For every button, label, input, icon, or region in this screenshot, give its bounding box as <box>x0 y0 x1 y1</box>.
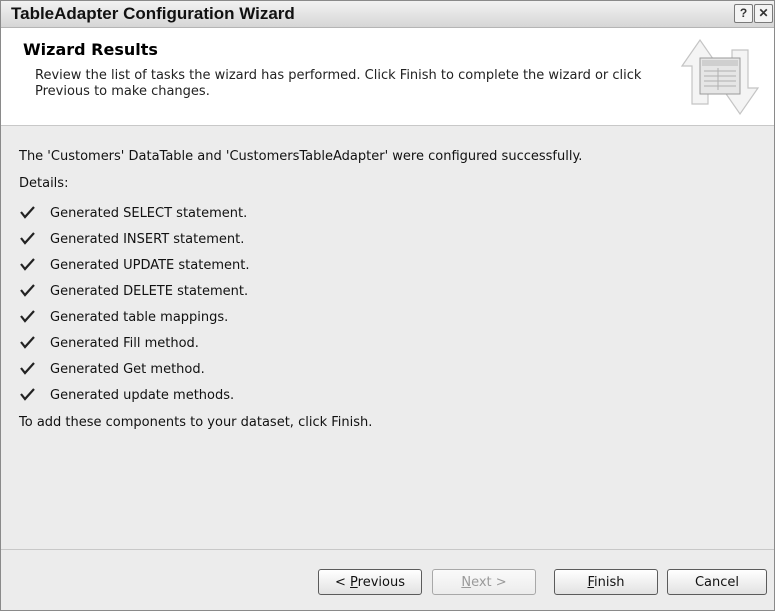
table-adapter-icon <box>680 38 760 116</box>
checkmark-icon <box>20 284 35 297</box>
next-accelerator: N <box>461 575 472 590</box>
summary-text: The 'Customers' DataTable and 'Customers… <box>19 149 583 164</box>
wizard-header: Wizard Results Review the list of tasks … <box>1 28 774 126</box>
wizard-window: TableAdapter Configuration Wizard ? ✕ Wi… <box>0 0 775 611</box>
previous-prefix: < <box>335 575 351 590</box>
finish-label: inish <box>594 575 625 590</box>
checkmark-icon <box>20 388 35 401</box>
task-label: Generated DELETE statement. <box>50 284 249 299</box>
task-label: Generated Fill method. <box>50 336 199 351</box>
checkmark-icon <box>20 206 35 219</box>
task-label: Generated Get method. <box>50 362 205 377</box>
task-label: Generated UPDATE statement. <box>50 258 250 273</box>
close-button[interactable]: ✕ <box>754 4 773 23</box>
checkmark-icon <box>20 310 35 323</box>
checkmark-icon <box>20 258 35 271</box>
details-label: Details: <box>19 176 69 191</box>
task-item: Generated Fill method. <box>19 335 199 351</box>
task-item: Generated SELECT statement. <box>19 205 247 221</box>
previous-label: revious <box>357 575 405 590</box>
checkmark-icon <box>20 232 35 245</box>
task-item: Generated update methods. <box>19 387 234 403</box>
checkmark-icon <box>20 336 35 349</box>
checkmark-icon <box>20 362 35 375</box>
footer-note: To add these components to your dataset,… <box>19 415 373 430</box>
page-title: Wizard Results <box>23 40 158 59</box>
task-item: Generated UPDATE statement. <box>19 257 249 273</box>
title-bar[interactable]: TableAdapter Configuration Wizard ? ✕ <box>1 1 774 28</box>
footer-divider <box>1 549 774 550</box>
task-label: Generated INSERT statement. <box>50 232 245 247</box>
previous-button[interactable]: < Previous <box>318 569 422 595</box>
cancel-button[interactable]: Cancel <box>667 569 767 595</box>
task-item: Generated Get method. <box>19 361 205 377</box>
finish-button[interactable]: Finish <box>554 569 658 595</box>
next-label: ext > <box>471 575 507 590</box>
task-item: Generated INSERT statement. <box>19 231 244 247</box>
task-label: Generated table mappings. <box>50 310 229 325</box>
task-label: Generated update methods. <box>50 388 235 403</box>
help-button[interactable]: ? <box>734 4 753 23</box>
next-button[interactable]: Next > <box>432 569 536 595</box>
window-title: TableAdapter Configuration Wizard <box>11 4 295 23</box>
page-description: Review the list of tasks the wizard has … <box>35 68 642 99</box>
previous-accelerator: P <box>350 575 358 590</box>
task-item: Generated DELETE statement. <box>19 283 248 299</box>
task-label: Generated SELECT statement. <box>50 206 248 221</box>
task-item: Generated table mappings. <box>19 309 228 325</box>
